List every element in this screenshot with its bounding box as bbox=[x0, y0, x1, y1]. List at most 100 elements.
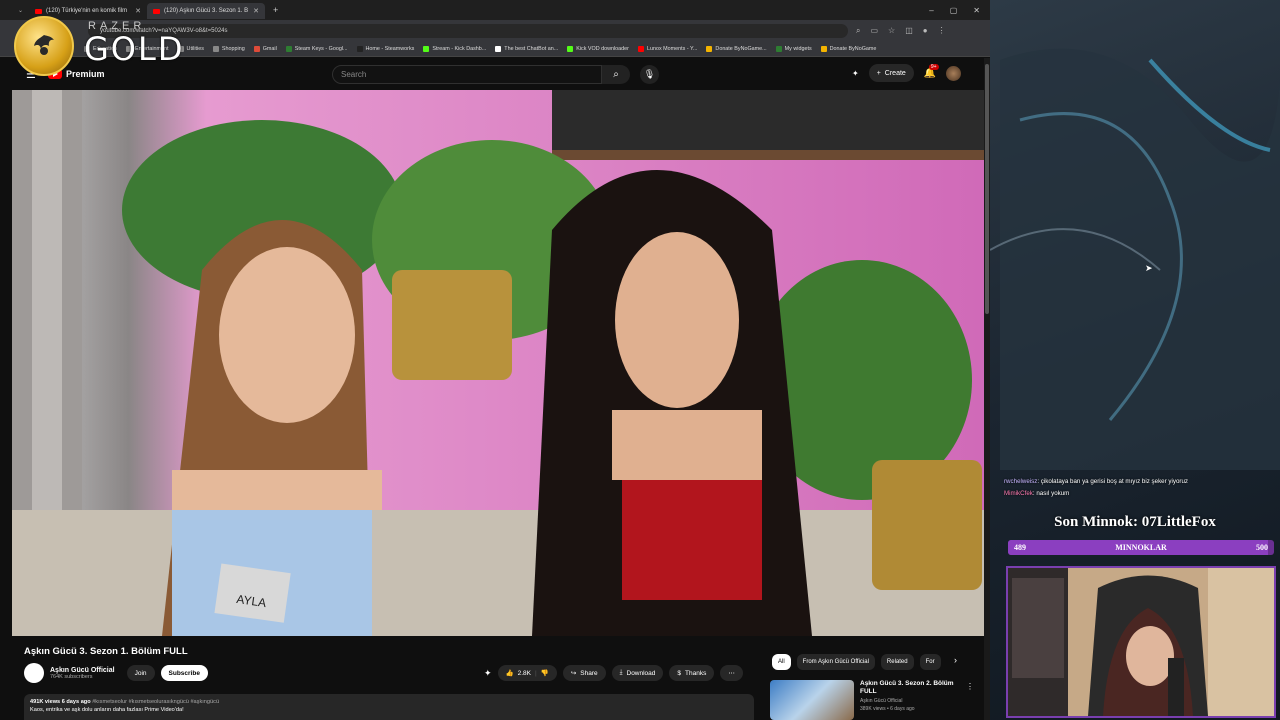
channel-avatar[interactable] bbox=[24, 663, 44, 683]
bookmark-item[interactable]: The best ChatBot an... bbox=[495, 46, 558, 52]
more-icon: ⋯ bbox=[728, 670, 735, 677]
thumbs-down-icon[interactable]: 👎 bbox=[541, 669, 549, 677]
minimize-button[interactable]: – bbox=[929, 6, 933, 15]
bookmark-label: Steam Keys - Googl... bbox=[294, 46, 348, 52]
notification-badge: 9+ bbox=[928, 63, 939, 70]
tab-2[interactable]: (120) Aşkın Gücü 3. Sezon 1. B ✕ bbox=[147, 3, 266, 19]
download-button[interactable]: ⤓ Download bbox=[611, 665, 664, 681]
tab-list-icon[interactable]: ⌄ bbox=[18, 7, 23, 14]
cast-icon[interactable]: ▭ bbox=[870, 26, 878, 36]
bookmark-item[interactable]: Home - Steamworks bbox=[356, 46, 415, 52]
related-video[interactable]: Aşkın Gücü 3. Sezon 2. Bölüm FULL Aşkın … bbox=[770, 680, 974, 720]
url-field[interactable]: youtube.com/watch?v=naYQAW3V-o8&t=5024s bbox=[88, 24, 848, 38]
bookmark-item[interactable]: Steam Keys - Googl... bbox=[285, 46, 348, 52]
goal-target: 500 bbox=[1256, 543, 1268, 552]
chat-text: : çikolataya ban ya gerisi boş at mıyız … bbox=[1037, 478, 1188, 485]
related-thumbnail[interactable] bbox=[770, 680, 854, 720]
notifications-button[interactable]: 🔔 9+ bbox=[924, 63, 939, 79]
join-button[interactable]: Join bbox=[126, 665, 155, 681]
video-frame: AYLA bbox=[12, 90, 984, 636]
close-window-button[interactable]: ✕ bbox=[973, 6, 980, 15]
last-sub-label: Son Minnok: 07LittleFox bbox=[1054, 514, 1216, 530]
chat-username: MimikCfek bbox=[1004, 490, 1033, 497]
share-icon: ↪ bbox=[570, 670, 577, 677]
profile-icon[interactable]: ● bbox=[923, 26, 928, 36]
bookmark-item[interactable]: Stream - Kick Dashb... bbox=[423, 46, 486, 52]
thanks-button[interactable]: $ Thanks bbox=[669, 665, 715, 681]
bookmark-item[interactable]: Donate ByNoGame... bbox=[706, 46, 767, 52]
share-label: Share bbox=[580, 669, 598, 677]
chat-text: : nasıl yokum bbox=[1032, 490, 1070, 497]
chip-all[interactable]: All bbox=[772, 654, 791, 670]
bookmark-icon bbox=[820, 46, 827, 52]
close-tab-icon[interactable]: ✕ bbox=[135, 7, 141, 15]
bookmark-icon bbox=[706, 46, 713, 52]
channel-row: Aşkın Gücü Official 764K subscribers Joi… bbox=[24, 663, 208, 683]
video-player[interactable]: AYLA bbox=[12, 90, 984, 636]
bookmark-item[interactable]: Gmail bbox=[253, 46, 277, 52]
mouse-cursor-icon: ➤ bbox=[1145, 263, 1153, 273]
subscribe-button[interactable]: Subscribe bbox=[160, 665, 208, 681]
bookmark-label: Utilities bbox=[186, 46, 204, 52]
bookmark-item[interactable]: Shopping bbox=[212, 46, 245, 52]
search-button[interactable]: ⌕ bbox=[602, 65, 630, 84]
chat-username: rwchelweisz bbox=[1004, 478, 1038, 485]
related-more-icon[interactable]: ⋮ bbox=[966, 682, 974, 691]
chevron-right-icon[interactable]: › bbox=[954, 655, 957, 665]
like-button[interactable]: 👍 2.8K | 👎 bbox=[497, 665, 557, 681]
maximize-button[interactable]: ▢ bbox=[950, 6, 958, 15]
sparkle-icon[interactable]: ✦ bbox=[484, 668, 492, 679]
chip-for[interactable]: For bbox=[919, 654, 941, 670]
youtube-favicon-icon bbox=[153, 8, 161, 14]
description-text: Kaos, entrika ve aşk dolu anların daha f… bbox=[30, 707, 184, 713]
plus-icon: + bbox=[876, 69, 881, 77]
new-tab-button[interactable]: + bbox=[273, 5, 278, 15]
bookmark-icon bbox=[775, 46, 782, 52]
related-title[interactable]: Aşkın Gücü 3. Sezon 2. Bölüm FULL bbox=[860, 680, 970, 696]
create-label: Create bbox=[884, 69, 906, 77]
share-button[interactable]: ↪ Share bbox=[562, 665, 606, 681]
bookmark-item[interactable]: Lunox Moments - Y... bbox=[637, 46, 698, 52]
sub-goal-bar: 489 MINNOKLAR 500 bbox=[1008, 540, 1274, 555]
related-channel: Aşkın Gücü Official bbox=[860, 698, 903, 704]
video-title: Aşkın Gücü 3. Sezon 1. Bölüm FULL bbox=[24, 646, 188, 657]
hashtags[interactable]: #kısmetseolur #kısmetseolurasıkngücü #aş… bbox=[91, 699, 219, 705]
logo-label: Premium bbox=[66, 69, 105, 79]
bookmark-item[interactable]: My widgets bbox=[775, 46, 812, 52]
bookmark-label: Shopping bbox=[221, 46, 245, 52]
voice-search-button[interactable]: 🎙 bbox=[640, 65, 659, 84]
bookmark-icon bbox=[637, 46, 644, 52]
views-line: 491K views 6 days ago bbox=[30, 699, 91, 705]
chat-overlay: rwchelweisz: çikolataya ban ya gerisi bo… bbox=[1004, 476, 1188, 500]
tab-1-label: (120) Türkiye'nin en komik film bbox=[46, 8, 128, 14]
description-box[interactable]: 491K views 6 days ago #kısmetseolur #kıs… bbox=[24, 694, 754, 720]
extensions-icon[interactable]: ◫ bbox=[905, 26, 913, 36]
goal-label: MINNOKLAR bbox=[1115, 543, 1167, 552]
bookmark-label: Donate ByNoGame bbox=[829, 46, 877, 52]
browser-menu-icon[interactable]: ⋮ bbox=[938, 26, 946, 36]
bookmark-icon bbox=[253, 46, 260, 52]
bookmark-item[interactable]: Kick VOD downloader bbox=[567, 46, 629, 52]
ext-icon[interactable]: ✦ bbox=[852, 69, 859, 78]
window-controls: – ▢ ✕ bbox=[929, 6, 990, 15]
bookmark-label: Home - Steamworks bbox=[365, 46, 415, 52]
bookmark-item[interactable]: Donate ByNoGame bbox=[820, 46, 877, 52]
search-input[interactable]: Search bbox=[332, 65, 602, 84]
account-avatar[interactable] bbox=[946, 65, 962, 81]
zoom-icon[interactable]: ⌕ bbox=[856, 26, 860, 36]
bookmark-star-icon[interactable]: ☆ bbox=[888, 26, 895, 36]
close-tab-icon[interactable]: ✕ bbox=[253, 7, 259, 15]
create-button[interactable]: + Create bbox=[868, 64, 914, 82]
bookmark-label: Lunox Moments - Y... bbox=[646, 46, 698, 52]
bookmark-icon bbox=[212, 46, 219, 52]
chip-related[interactable]: Related bbox=[880, 654, 914, 670]
chip-from-channel[interactable]: From Aşkın Gücü Official bbox=[796, 654, 875, 670]
channel-name[interactable]: Aşkın Gücü Official bbox=[50, 667, 115, 674]
tab-bar: ⌄ (120) Türkiye'nin en komik film ✕ (120… bbox=[0, 0, 990, 20]
thanks-label: Thanks bbox=[685, 669, 707, 677]
razer-gold-label: GOLD bbox=[84, 30, 185, 68]
thumbs-up-icon: 👍 bbox=[505, 670, 514, 677]
more-actions-button[interactable]: ⋯ bbox=[720, 665, 743, 681]
bookmark-icon bbox=[567, 46, 574, 52]
scrollbar-thumb[interactable] bbox=[985, 64, 989, 314]
